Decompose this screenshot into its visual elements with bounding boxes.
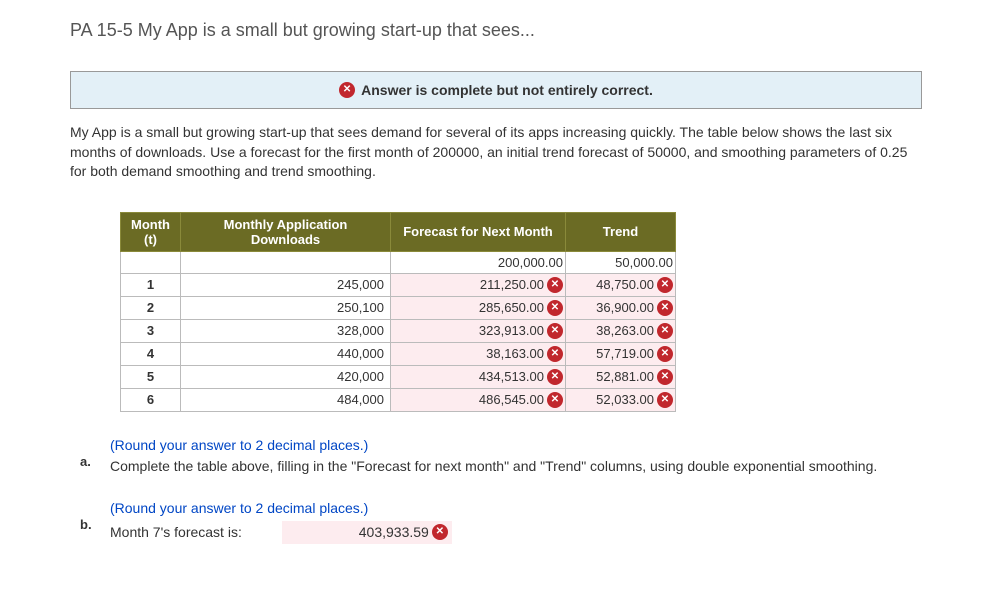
error-icon: ✕ bbox=[547, 300, 563, 316]
col-header-trend: Trend bbox=[566, 212, 676, 251]
cell-month: 2 bbox=[121, 296, 181, 319]
error-icon: ✕ bbox=[657, 300, 673, 316]
table-row: 4440,00038,163.00✕57,719.00✕ bbox=[121, 342, 676, 365]
error-icon: ✕ bbox=[547, 369, 563, 385]
part-b: b. (Round your answer to 2 decimal place… bbox=[80, 499, 922, 544]
cell-forecast-value: 211,250.00 bbox=[480, 277, 544, 292]
error-icon: ✕ bbox=[657, 346, 673, 362]
cell-forecast-value: 285,650.00 bbox=[479, 300, 544, 315]
cell-trend-value: 48,750.00 bbox=[596, 277, 654, 292]
error-icon: ✕ bbox=[657, 277, 673, 293]
error-icon: ✕ bbox=[657, 392, 673, 408]
error-icon: ✕ bbox=[657, 323, 673, 339]
cell-month bbox=[121, 251, 181, 273]
cell-month: 3 bbox=[121, 319, 181, 342]
cell-month: 5 bbox=[121, 365, 181, 388]
cell-trend[interactable]: 52,881.00✕ bbox=[566, 365, 676, 388]
cell-trend-value: 52,033.00 bbox=[596, 392, 654, 407]
cell-month: 1 bbox=[121, 273, 181, 296]
col-header-forecast: Forecast for Next Month bbox=[391, 212, 566, 251]
cell-forecast[interactable]: 285,650.00✕ bbox=[391, 296, 566, 319]
cell-downloads bbox=[181, 251, 391, 273]
part-b-prompt: Month 7's forecast is: bbox=[110, 523, 242, 543]
cell-trend-value: 38,263.00 bbox=[596, 323, 654, 338]
cell-downloads: 328,000 bbox=[181, 319, 391, 342]
cell-trend[interactable]: 52,033.00✕ bbox=[566, 388, 676, 411]
col-header-downloads: Monthly Application Downloads bbox=[181, 212, 391, 251]
table-row: 1245,000211,250.00✕48,750.00✕ bbox=[121, 273, 676, 296]
cell-forecast[interactable]: 200,000.00 bbox=[391, 251, 566, 273]
data-table-wrap: Month (t) Monthly Application Downloads … bbox=[120, 212, 922, 412]
cell-downloads: 484,000 bbox=[181, 388, 391, 411]
error-icon: ✕ bbox=[547, 323, 563, 339]
table-row: 200,000.00 50,000.00 bbox=[121, 251, 676, 273]
cell-trend-value: 52,881.00 bbox=[596, 369, 654, 384]
error-icon: ✕ bbox=[432, 524, 448, 540]
part-a-label: a. bbox=[80, 454, 96, 469]
cell-forecast[interactable]: 38,163.00✕ bbox=[391, 342, 566, 365]
part-b-answer-box[interactable]: 403,933.59 ✕ bbox=[282, 521, 452, 545]
cell-trend-value: 36,900.00 bbox=[596, 300, 654, 315]
cell-forecast-value: 486,545.00 bbox=[479, 392, 544, 407]
cell-month: 4 bbox=[121, 342, 181, 365]
error-icon: ✕ bbox=[657, 369, 673, 385]
cell-forecast[interactable]: 486,545.00✕ bbox=[391, 388, 566, 411]
part-b-label: b. bbox=[80, 517, 96, 532]
status-banner: ✕ Answer is complete but not entirely co… bbox=[70, 71, 922, 109]
cell-forecast-value: 323,913.00 bbox=[479, 323, 544, 338]
cell-downloads: 440,000 bbox=[181, 342, 391, 365]
cell-trend[interactable]: 36,900.00✕ bbox=[566, 296, 676, 319]
cell-trend-value: 57,719.00 bbox=[596, 346, 654, 361]
cell-trend[interactable]: 38,263.00✕ bbox=[566, 319, 676, 342]
part-a-text: Complete the table above, filling in the… bbox=[110, 457, 922, 477]
cell-forecast[interactable]: 434,513.00✕ bbox=[391, 365, 566, 388]
table-row: 2250,100285,650.00✕36,900.00✕ bbox=[121, 296, 676, 319]
part-b-answer-value: 403,933.59 bbox=[359, 523, 429, 543]
error-icon: ✕ bbox=[547, 346, 563, 362]
error-icon: ✕ bbox=[547, 277, 563, 293]
status-banner-text: Answer is complete but not entirely corr… bbox=[361, 82, 653, 98]
error-icon: ✕ bbox=[547, 392, 563, 408]
table-row: 6484,000486,545.00✕52,033.00✕ bbox=[121, 388, 676, 411]
page-title: PA 15-5 My App is a small but growing st… bbox=[70, 20, 922, 41]
data-table: Month (t) Monthly Application Downloads … bbox=[120, 212, 676, 412]
part-a-hint: (Round your answer to 2 decimal places.) bbox=[110, 436, 922, 456]
cell-trend-value: 50,000.00 bbox=[615, 255, 673, 270]
cell-forecast-value: 434,513.00 bbox=[479, 369, 544, 384]
cell-downloads: 245,000 bbox=[181, 273, 391, 296]
part-a: a. (Round your answer to 2 decimal place… bbox=[80, 436, 922, 477]
cell-forecast[interactable]: 323,913.00✕ bbox=[391, 319, 566, 342]
cell-downloads: 250,100 bbox=[181, 296, 391, 319]
table-row: 3328,000323,913.00✕38,263.00✕ bbox=[121, 319, 676, 342]
cell-month: 6 bbox=[121, 388, 181, 411]
cell-trend[interactable]: 48,750.00✕ bbox=[566, 273, 676, 296]
part-b-hint: (Round your answer to 2 decimal places.) bbox=[110, 499, 922, 519]
error-icon: ✕ bbox=[339, 82, 355, 98]
cell-trend[interactable]: 57,719.00✕ bbox=[566, 342, 676, 365]
question-intro: My App is a small but growing start-up t… bbox=[70, 123, 922, 182]
cell-trend[interactable]: 50,000.00 bbox=[566, 251, 676, 273]
cell-forecast-value: 38,163.00 bbox=[486, 346, 544, 361]
cell-forecast[interactable]: 211,250.00✕ bbox=[391, 273, 566, 296]
cell-forecast-value: 200,000.00 bbox=[498, 255, 563, 270]
col-header-month: Month (t) bbox=[121, 212, 181, 251]
cell-downloads: 420,000 bbox=[181, 365, 391, 388]
table-row: 5420,000434,513.00✕52,881.00✕ bbox=[121, 365, 676, 388]
